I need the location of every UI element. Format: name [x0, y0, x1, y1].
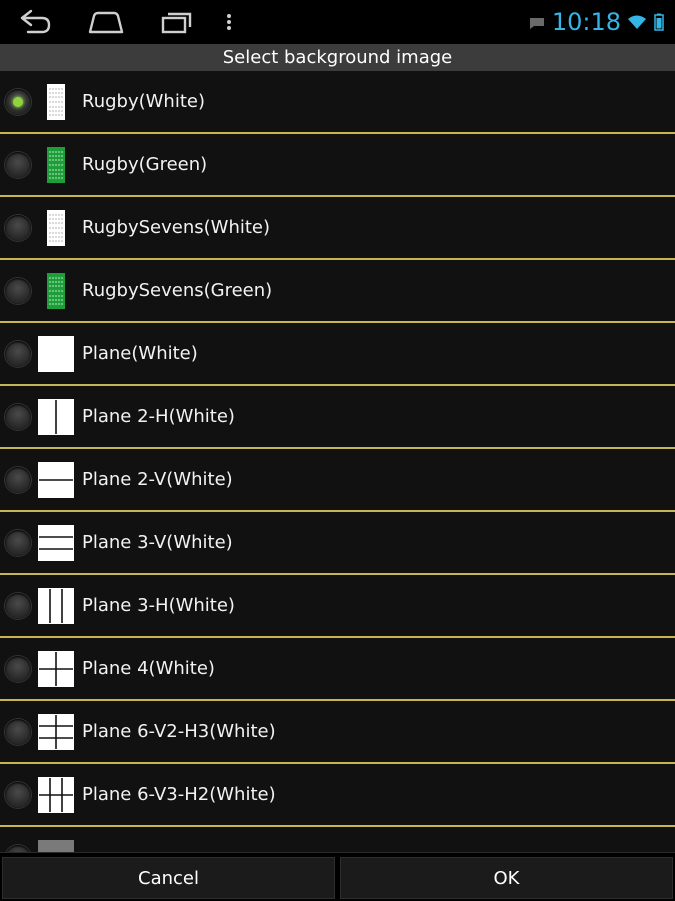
- overflow-menu-icon[interactable]: [222, 8, 236, 36]
- battery-icon: [654, 13, 664, 31]
- list-item[interactable]: Rugby(White): [0, 71, 675, 134]
- background-thumbnail: [38, 336, 74, 372]
- option-label: RugbySevens(White): [82, 217, 271, 238]
- list-item[interactable]: Plane 6-V2-H3(White): [0, 701, 675, 764]
- dialog-title: Select background image: [0, 44, 675, 71]
- radio-button[interactable]: [5, 215, 31, 241]
- list-item[interactable]: [0, 827, 675, 852]
- back-icon[interactable]: [18, 8, 52, 36]
- background-thumbnail: [47, 273, 65, 309]
- option-label: Rugby(Green): [82, 154, 208, 175]
- list-item[interactable]: Plane(White): [0, 323, 675, 386]
- system-bar: 10:18: [0, 0, 675, 44]
- option-label: Rugby(White): [82, 91, 205, 112]
- option-label: Plane 3-V(White): [82, 532, 233, 553]
- option-label: Plane 2-H(White): [82, 406, 235, 427]
- list-item[interactable]: Plane 3-V(White): [0, 512, 675, 575]
- background-thumbnail: [47, 147, 65, 183]
- option-label: Plane 3-H(White): [82, 595, 235, 616]
- list-item[interactable]: RugbySevens(White): [0, 197, 675, 260]
- radio-button[interactable]: [5, 782, 31, 808]
- list-item[interactable]: Plane 6-V3-H2(White): [0, 764, 675, 827]
- option-label: RugbySevens(Green): [82, 280, 273, 301]
- radio-button[interactable]: [5, 845, 31, 852]
- background-thumbnail: [38, 714, 74, 750]
- list-item[interactable]: Plane 3-H(White): [0, 575, 675, 638]
- background-thumbnail: [38, 777, 74, 813]
- radio-button[interactable]: [5, 341, 31, 367]
- radio-button[interactable]: [5, 656, 31, 682]
- background-thumbnail: [38, 462, 74, 498]
- home-icon[interactable]: [88, 8, 124, 36]
- status-area: 10:18: [528, 0, 665, 44]
- button-bar: Cancel OK: [0, 852, 675, 901]
- option-label: Plane(White): [82, 343, 198, 364]
- background-thumbnail: [38, 588, 74, 624]
- wifi-icon: [628, 15, 646, 29]
- radio-button[interactable]: [5, 530, 31, 556]
- list-item[interactable]: Rugby(Green): [0, 134, 675, 197]
- radio-button[interactable]: [5, 152, 31, 178]
- background-thumbnail: [38, 840, 74, 852]
- recent-apps-icon[interactable]: [160, 8, 194, 36]
- radio-button[interactable]: [5, 278, 31, 304]
- background-thumbnail: [47, 84, 65, 120]
- clock: 10:18: [551, 8, 621, 36]
- notification-icon: [529, 18, 544, 29]
- radio-button[interactable]: [5, 719, 31, 745]
- list-item[interactable]: Plane 2-H(White): [0, 386, 675, 449]
- list-item[interactable]: Plane 2-V(White): [0, 449, 675, 512]
- background-thumbnail: [38, 525, 74, 561]
- radio-selected-dot: [13, 97, 23, 107]
- background-thumbnail: [47, 210, 65, 246]
- option-label: Plane 4(White): [82, 658, 215, 679]
- background-options-list[interactable]: Rugby(White) Rugby(Green) RugbySevens(Whit…: [0, 71, 675, 852]
- background-thumbnail: [38, 399, 74, 435]
- option-label: Plane 2-V(White): [82, 469, 233, 490]
- option-label: Plane 6-V2-H3(White): [82, 721, 276, 742]
- cancel-button[interactable]: Cancel: [2, 857, 335, 899]
- radio-button[interactable]: [5, 404, 31, 430]
- ok-button[interactable]: OK: [340, 857, 673, 899]
- list-item[interactable]: Plane 4(White): [0, 638, 675, 701]
- list-item[interactable]: RugbySevens(Green): [0, 260, 675, 323]
- option-label: Plane 6-V3-H2(White): [82, 784, 276, 805]
- radio-button[interactable]: [5, 467, 31, 493]
- radio-button[interactable]: [5, 89, 31, 115]
- background-thumbnail: [38, 651, 74, 687]
- radio-button[interactable]: [5, 593, 31, 619]
